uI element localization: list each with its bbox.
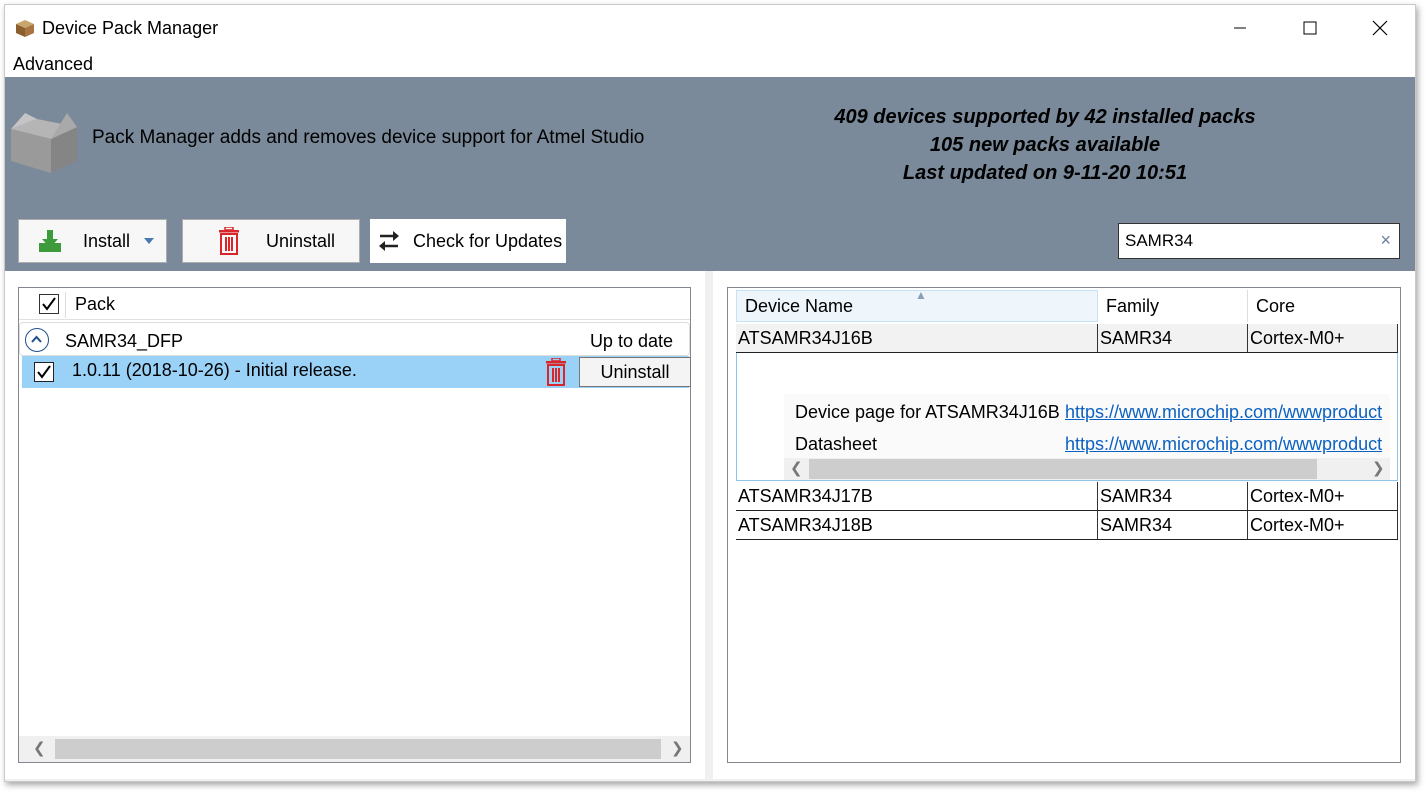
pack-group-name: SAMR34_DFP — [65, 331, 184, 351]
package-icon — [16, 20, 34, 37]
version-checkbox[interactable] — [34, 362, 54, 382]
device-page-label: Device page for ATSAMR34J16B — [795, 402, 1060, 422]
chevron-up-icon — [31, 335, 42, 343]
select-all-checkbox[interactable] — [39, 294, 59, 314]
device-core-cell: Cortex-M0+ — [1248, 482, 1398, 510]
stats-devices: 409 devices supported by 42 installed pa… — [834, 106, 1256, 128]
pack-column-header[interactable]: Pack — [75, 294, 115, 315]
stats-last-updated: Last updated on 9-11-20 10:51 — [902, 162, 1188, 184]
column-device-name[interactable]: ▲ Device Name — [736, 288, 1098, 322]
uninstall-button[interactable]: Uninstall — [182, 219, 360, 263]
header-banner: Pack Manager adds and removes device sup… — [5, 77, 1415, 271]
search-input[interactable] — [1119, 224, 1359, 258]
close-button[interactable] — [1345, 5, 1415, 51]
minimize-button[interactable] — [1205, 5, 1275, 51]
column-family[interactable]: Family — [1098, 290, 1248, 322]
pack-list-header: Pack — [19, 288, 690, 320]
download-icon — [37, 228, 63, 254]
install-label: Install — [83, 230, 131, 251]
check-for-updates-button[interactable]: Check for Updates — [370, 219, 566, 263]
scroll-right-icon[interactable]: ❯ — [1372, 459, 1385, 477]
datasheet-link[interactable]: https://www.microchip.com/wwwproduct — [1065, 434, 1382, 455]
device-name-cell: ATSAMR34J16B — [736, 324, 1098, 352]
box-icon — [11, 113, 77, 173]
trash-icon — [218, 227, 240, 255]
detail-scrollbar[interactable]: ❮ ❯ — [784, 458, 1390, 480]
minimize-icon — [1234, 27, 1246, 29]
device-grid: ▲ Device Name Family Core ATSAMR34J16B S… — [727, 287, 1401, 763]
clear-icon[interactable]: × — [1380, 230, 1391, 251]
sort-ascending-icon: ▲ — [915, 288, 927, 302]
swap-arrows-icon — [377, 229, 401, 253]
device-page-link[interactable]: https://www.microchip.com/wwwproduct — [1065, 402, 1382, 423]
pack-stats: 409 devices supported by 42 installed pa… — [785, 103, 1305, 187]
pack-group-status: Up to date — [589, 331, 673, 351]
pack-list-scrollbar[interactable]: ❮ ❯ — [19, 736, 690, 762]
device-links: Device page for ATSAMR34J16B https://www… — [784, 394, 1390, 460]
install-button[interactable]: Install — [18, 219, 167, 263]
device-name-cell: ATSAMR34J17B — [736, 482, 1098, 510]
close-icon — [1372, 20, 1388, 36]
datasheet-label: Datasheet — [795, 434, 878, 454]
device-core-cell: Cortex-M0+ — [1248, 511, 1398, 539]
row-uninstall-button[interactable]: Uninstall — [579, 357, 691, 387]
pack-group-row[interactable]: SAMR34_DFP Up to date — [19, 322, 690, 356]
device-detail-panel: Device page for ATSAMR34J16B https://www… — [736, 353, 1398, 481]
device-family-cell: SAMR34 — [1098, 511, 1248, 539]
scrollbar-thumb[interactable] — [55, 739, 661, 759]
device-name-cell: ATSAMR34J18B — [736, 511, 1098, 539]
window-title: Device Pack Manager — [42, 18, 219, 38]
menu-bar: Advanced — [5, 51, 1415, 77]
maximize-button[interactable] — [1275, 5, 1345, 51]
scroll-left-icon[interactable]: ❮ — [790, 459, 803, 477]
uninstall-label: Uninstall — [266, 230, 336, 251]
collapse-toggle[interactable] — [25, 328, 49, 352]
maximize-icon — [1303, 21, 1317, 35]
device-row[interactable]: ATSAMR34J18B SAMR34 Cortex-M0+ — [736, 511, 1398, 540]
scrollbar-thumb[interactable] — [809, 459, 1317, 479]
device-core-cell: Cortex-M0+ — [1248, 324, 1398, 352]
device-family-cell: SAMR34 — [1098, 324, 1248, 352]
device-pack-manager-window: Device Pack Manager Advanced Pack Manage… — [4, 4, 1416, 782]
device-family-cell: SAMR34 — [1098, 482, 1248, 510]
device-row[interactable]: ATSAMR34J16B SAMR34 Cortex-M0+ — [736, 324, 1398, 353]
trash-icon[interactable] — [545, 357, 567, 391]
title-bar: Device Pack Manager — [5, 5, 1415, 51]
pack-version-row[interactable]: 1.0.11 (2018-10-26) - Initial release. U… — [22, 356, 691, 391]
checkmark-icon — [37, 365, 51, 379]
version-description: 1.0.11 (2018-10-26) - Initial release. — [72, 360, 357, 380]
stats-new-packs: 105 new packs available — [929, 134, 1161, 156]
column-device-name-label: Device Name — [745, 295, 854, 316]
search-box: × — [1118, 223, 1400, 259]
device-row[interactable]: ATSAMR34J17B SAMR34 Cortex-M0+ — [736, 482, 1398, 511]
menu-advanced[interactable]: Advanced — [13, 54, 93, 75]
scroll-right-icon[interactable]: ❯ — [671, 739, 684, 757]
scroll-left-icon[interactable]: ❮ — [33, 739, 46, 757]
header-divider — [65, 292, 66, 318]
checkmark-icon — [42, 297, 56, 311]
device-grid-header: ▲ Device Name Family Core — [736, 288, 1398, 322]
column-core[interactable]: Core — [1248, 290, 1398, 322]
chevron-down-icon[interactable] — [144, 238, 155, 244]
check-for-updates-label: Check for Updates — [413, 230, 563, 251]
pack-list: Pack SAMR34_DFP Up to date 1.0.11 (2018-… — [18, 287, 691, 763]
header-description: Pack Manager adds and removes device sup… — [92, 127, 645, 148]
